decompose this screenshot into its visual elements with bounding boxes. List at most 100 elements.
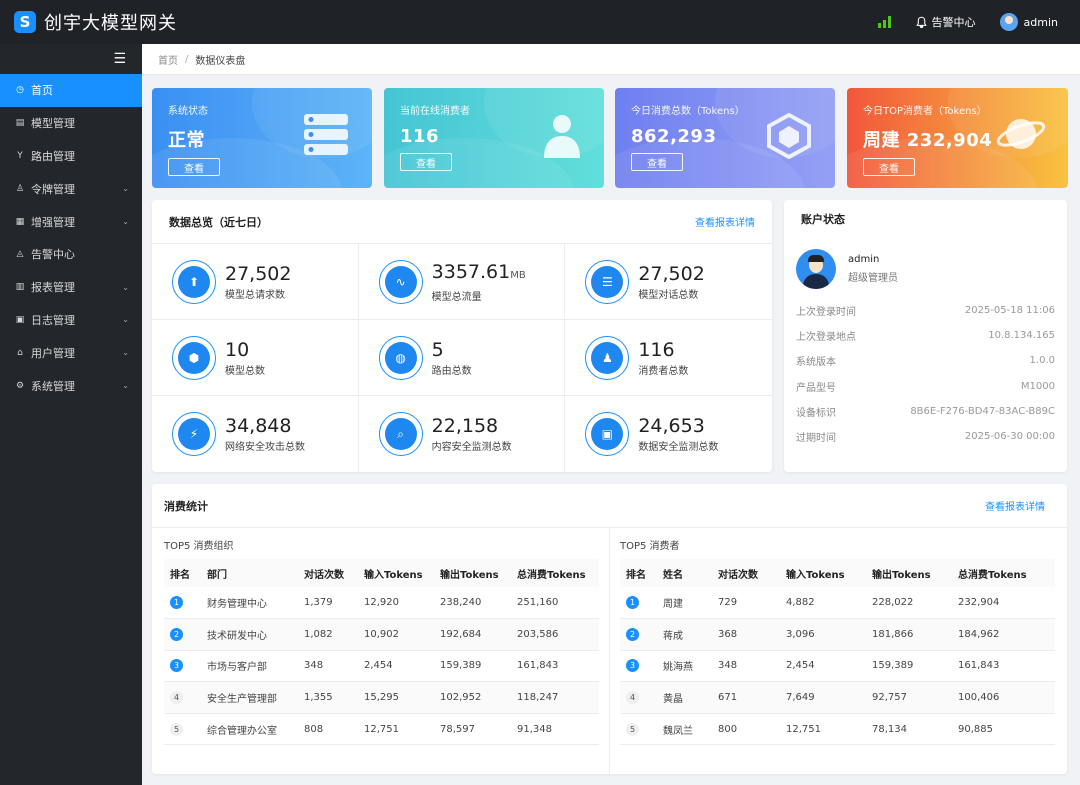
metric-value: 116 [638,338,675,361]
metric-icon-glyph: ⬆ [178,265,210,298]
metric-value: 27,502 [638,262,705,285]
chevron-down-icon: ⌄ [122,282,129,292]
chevron-down-icon: ⌄ [122,315,129,325]
request-icon: ⬆ [172,259,216,304]
table-cell: 1,355 [298,681,358,714]
sidebar-item-0[interactable]: ◷ 首页 [0,74,142,107]
table-cell: 市场与客户部 [201,650,298,683]
user-menu[interactable]: admin [999,13,1058,31]
account-info-label: 系统版本 [796,357,836,369]
sidebar-item-8[interactable]: ⌂ 用户管理 ⌄ [0,336,142,369]
table-row[interactable]: 5 魏凤兰 800 12,751 78,134 90,885 [620,713,1055,746]
table-row[interactable]: 5 综合管理办公室 808 12,751 78,597 91,348 [164,713,599,746]
table-cell: 3,096 [780,618,866,651]
avatar [999,13,1018,31]
column-header: 输入Tokens [358,559,434,587]
metric-label: 内容安全监测总数 [431,442,512,453]
sidebar-item-6[interactable]: ▥ 报表管理 ⌄ [0,271,142,304]
table-row[interactable]: 3 姚海燕 348 2,454 159,389 161,843 [620,650,1055,683]
view-button[interactable]: 查看 [863,158,915,176]
metric-cell: ∿ 3357.61MB 模型总流量 [358,244,566,320]
account-info-value: 2025-05-18 11:06 [964,305,1055,317]
chevron-down-icon: ⌄ [122,184,129,194]
table-row[interactable]: 3 市场与客户部 348 2,454 159,389 161,843 [164,650,599,683]
table-cell: 192,684 [434,618,511,651]
table-row[interactable]: 1 周建 729 4,882 228,022 232,904 [620,587,1055,620]
table-cell: 251,160 [511,587,599,620]
consumer-icon: ♟ [585,335,630,380]
sidebar-item-7[interactable]: ▣ 日志管理 ⌄ [0,304,142,337]
metric-value: 22,158 [431,415,499,437]
metric-value-line: 27,502 [225,263,291,285]
table-cell: 2 [164,618,201,651]
table-cell: 161,843 [952,650,1055,683]
account-user: admin 超级管理员 [784,242,1067,296]
table-cell: 729 [712,587,780,620]
column-header: 总消费Tokens [511,559,599,587]
table-cell: 238,240 [434,587,511,620]
table-cell: 181,866 [866,618,952,651]
view-button[interactable]: 查看 [400,153,452,171]
sidebar-item-3[interactable]: ♙ 令牌管理 ⌄ [0,172,142,205]
chevron-down-icon: ⌄ [122,381,129,391]
metric-value-line: 10 [225,339,265,361]
sidebar-item-9[interactable]: ⚙ 系统管理 ⌄ [0,369,142,402]
route-icon: ◍ [378,335,423,380]
sidebar-item-5[interactable]: ◬ 告警中心 [0,238,142,271]
sidebar-item-2[interactable]: Y 路由管理 [0,140,142,173]
metric-value-line: 34,848 [225,415,305,437]
rank-badge: 5 [170,722,183,736]
app-logo[interactable]: S 创宇大模型网关 [0,9,200,35]
table-cell: 4,882 [780,587,866,620]
consumption-report-link[interactable]: 查看报表详情 [985,498,1045,513]
rank-badge: 2 [626,627,639,641]
sidebar-item-label: 告警中心 [31,248,75,262]
stat-card-2: 今日消费总数（Tokens） 862,293 查看 [615,88,835,188]
table-cell: 232,904 [952,587,1055,620]
table-row[interactable]: 2 蒋成 368 3,096 181,866 184,962 [620,618,1055,651]
rank-badge: 3 [626,659,639,673]
account-info-value: M1000 [1020,380,1055,392]
metric-label: 网络安全攻击总数 [225,442,305,453]
account-info-list: 上次登录时间 2025-05-18 11:06 上次登录地点 10.8.134.165… [784,298,1067,449]
metric-cell: ⚡ 34,848 网络安全攻击总数 [152,396,359,472]
table-row[interactable]: 1 财务管理中心 1,379 12,920 238,240 251,160 [164,587,599,620]
sidebar-item-4[interactable]: ▦ 增强管理 ⌄ [0,205,142,238]
metric-cell: ⬢ 10 模型总数 [152,320,359,396]
collapse-menu-icon[interactable]: ☰ [0,44,142,74]
metric-grid: ⬆ 27,502 模型总请求数 ∿ 3357.61MB 模型总流量 ☰ 27,502 模型对话总… [152,244,772,472]
model-icon: ▤ [15,118,25,129]
account-info-value: 10.8.134.165 [988,330,1055,342]
table-cell: 财务管理中心 [201,587,298,620]
dashboard-icon: ◷ [16,85,24,96]
account-info-label: 过期时间 [796,433,836,445]
table-cell: 3 [620,650,657,683]
alarm-center-button[interactable]: 告警中心 [915,14,976,30]
column-header: 排名 [164,559,201,587]
table-row[interactable]: 4 黄晶 671 7,649 92,757 100,406 [620,681,1055,714]
table-cell: 3 [164,650,201,683]
traffic-icon: ∿ [378,259,423,304]
breadcrumb-home[interactable]: 首页 [158,52,178,67]
overview-report-link[interactable]: 查看报表详情 [695,214,755,229]
account-info-label: 产品型号 [796,382,836,394]
table-cell: 203,586 [511,618,599,651]
alarm-center-label: 告警中心 [931,16,976,29]
view-button[interactable]: 查看 [631,153,683,171]
sidebar-item-1[interactable]: ▤ 模型管理 [0,107,142,140]
table-cell: 368 [712,618,780,651]
report-icon: ▥ [15,282,25,293]
metric-cell: ♟ 116 消费者总数 [565,320,772,396]
column-header: 输出Tokens [434,559,511,587]
table-row[interactable]: 2 技术研发中心 1,082 10,902 192,684 203,586 [164,618,599,651]
table-row[interactable]: 4 安全生产管理部 1,355 15,295 102,952 118,247 [164,681,599,714]
breadcrumb-current: 数据仪表盘 [195,55,246,67]
metric-value: 3357.61 [431,260,511,283]
table-cell: 10,902 [358,618,434,651]
sidebar-item-label: 增强管理 [31,215,75,229]
account-info-row: 产品型号 M1000 [784,374,1067,399]
metric-label: 模型总请求数 [225,289,285,301]
view-button[interactable]: 查看 [168,158,220,176]
table-cell: 348 [712,650,780,683]
metric-value: 5 [431,338,444,361]
